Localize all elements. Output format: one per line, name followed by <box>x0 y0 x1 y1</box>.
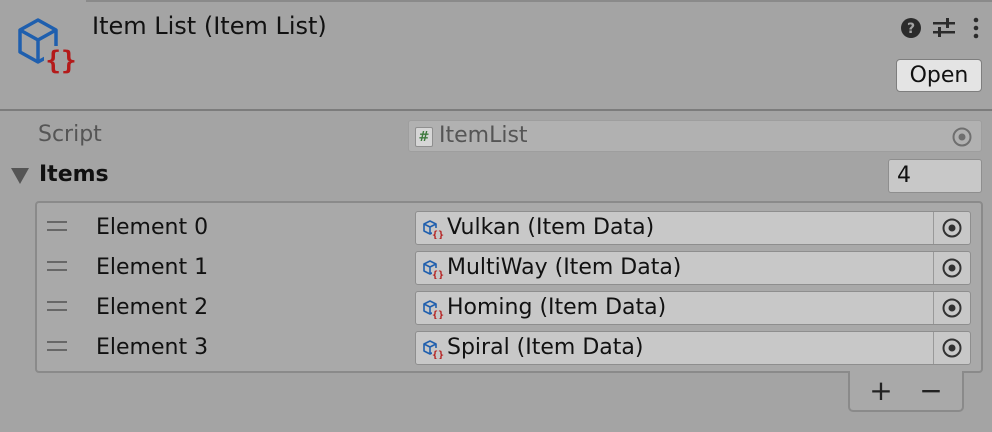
csharp-script-icon: # <box>415 127 433 147</box>
object-picker-icon[interactable] <box>933 212 970 244</box>
item-data-icon: {} <box>422 299 444 321</box>
object-picker-icon <box>951 126 973 152</box>
item-data-icon: {} <box>422 259 444 281</box>
header-separator <box>0 109 992 111</box>
items-foldout-arrow-icon[interactable] <box>11 168 29 184</box>
scriptable-object-icon: {} <box>16 16 80 76</box>
preset-icon[interactable] <box>932 16 956 40</box>
items-count-field[interactable]: 4 <box>888 159 982 193</box>
element-label: Element 1 <box>96 255 209 280</box>
object-field[interactable]: {} Spiral (Item Data) <box>415 331 971 365</box>
object-name: Homing (Item Data) <box>447 295 667 320</box>
drag-handle-icon[interactable] <box>47 261 67 273</box>
inspector-title: Item List (Item List) <box>92 12 327 40</box>
svg-text:{}: {} <box>45 46 76 76</box>
script-name: ItemList <box>439 123 528 148</box>
object-name: Spiral (Item Data) <box>447 335 644 360</box>
object-field[interactable]: {} Vulkan (Item Data) <box>415 211 971 245</box>
inspector-header: {} Item List (Item List) ? Open <box>0 0 992 110</box>
item-data-icon: {} <box>422 219 444 241</box>
list-footer: + − <box>848 371 964 412</box>
items-label[interactable]: Items <box>39 162 109 187</box>
svg-text:?: ? <box>907 21 915 37</box>
object-picker-icon[interactable] <box>933 252 970 284</box>
list-item: Element 2 {} Homing (Item Data) <box>37 287 981 327</box>
object-field[interactable]: {} Homing (Item Data) <box>415 291 971 325</box>
object-picker-icon[interactable] <box>933 332 970 364</box>
element-label: Element 0 <box>96 215 209 240</box>
list-item: Element 0 {} Vulkan (Item Data) <box>37 207 981 247</box>
svg-text:{}: {} <box>432 310 444 319</box>
object-name: Vulkan (Item Data) <box>447 215 655 240</box>
header-top-border <box>86 0 992 2</box>
drag-handle-icon[interactable] <box>47 221 67 233</box>
object-name: MultiWay (Item Data) <box>447 255 682 280</box>
drag-handle-icon[interactable] <box>47 341 67 353</box>
element-label: Element 3 <box>96 335 209 360</box>
script-label: Script <box>38 122 102 147</box>
svg-text:{}: {} <box>432 230 444 239</box>
object-picker-icon[interactable] <box>933 292 970 324</box>
add-element-button[interactable]: + <box>864 374 898 407</box>
list-item: Element 1 {} MultiWay (Item Data) <box>37 247 981 287</box>
list-item: Element 3 {} Spiral (Item Data) <box>37 327 981 367</box>
item-data-icon: {} <box>422 339 444 361</box>
svg-text:{}: {} <box>432 350 444 359</box>
remove-element-button[interactable]: − <box>914 374 948 407</box>
object-field[interactable]: {} MultiWay (Item Data) <box>415 251 971 285</box>
kebab-menu-icon[interactable] <box>964 16 988 40</box>
open-button[interactable]: Open <box>896 59 982 92</box>
drag-handle-icon[interactable] <box>47 301 67 313</box>
svg-text:{}: {} <box>432 270 444 279</box>
element-label: Element 2 <box>96 295 209 320</box>
script-field: # ItemList <box>408 120 982 152</box>
help-icon[interactable]: ? <box>899 16 923 40</box>
items-list: Element 0 {} Vulkan (Item Data) Element … <box>35 201 983 373</box>
